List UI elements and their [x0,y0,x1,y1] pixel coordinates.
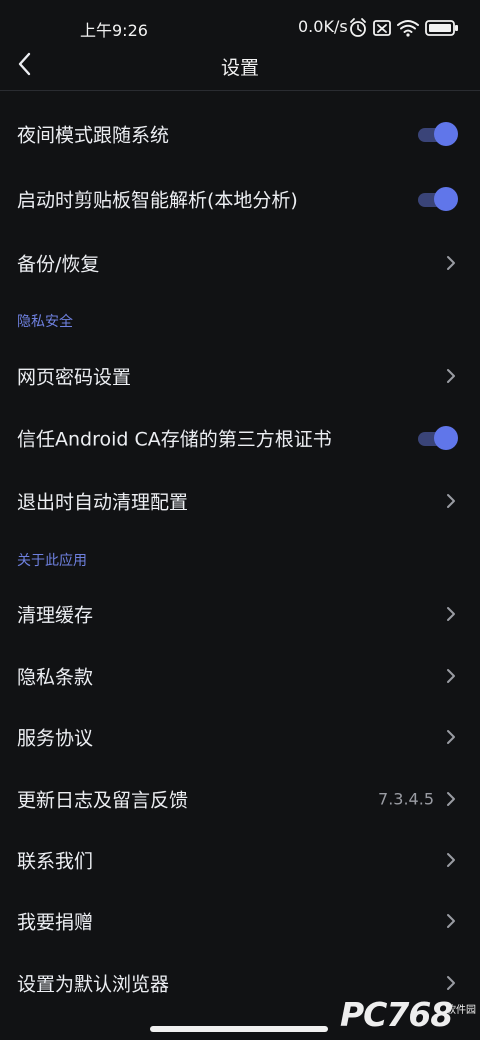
chevron-right-icon [447,730,455,744]
setting-row-night-mode[interactable]: 夜间模式跟随系统 [0,104,480,164]
trust-ca-toggle[interactable] [418,426,458,450]
sim-disabled-icon [373,20,391,36]
setting-label: 清理缓存 [17,604,94,627]
chevron-right-icon [447,607,455,621]
chevron-right-icon [447,792,455,806]
alarm-icon [350,18,366,37]
setting-label: 退出时自动清理配置 [17,491,189,514]
setting-label: 备份/恢复 [17,253,100,276]
setting-row-service-agreement[interactable]: 服务协议 [0,707,480,767]
setting-label: 更新日志及留言反馈 [17,789,189,812]
chevron-right-icon [447,669,455,683]
toggle-knob [434,187,458,211]
network-speed: 0.0K/s [298,17,348,36]
wifi-icon [397,20,419,37]
watermark-badge: 软件园 [446,1005,476,1016]
chevron-right-icon [447,369,455,383]
settings-screen: 上午9:26 0.0K/s 设置 夜间模式跟随系统 启动时剪贴板智能解析(本地分… [0,0,480,1040]
setting-label: 信任Android CA存储的第三方根证书 [17,428,332,451]
setting-row-donate[interactable]: 我要捐赠 [0,891,480,951]
toggle-knob [434,122,458,146]
chevron-right-icon [447,494,455,508]
night-mode-toggle[interactable] [418,122,458,146]
watermark-text: PC768 [340,995,453,1034]
toggle-knob [434,426,458,450]
setting-row-auto-clean[interactable]: 退出时自动清理配置 [0,471,480,531]
setting-row-contact-us[interactable]: 联系我们 [0,830,480,890]
chevron-right-icon [447,256,455,270]
setting-label: 设置为默认浏览器 [17,973,170,996]
chevron-right-icon [447,976,455,990]
top-app-bar: 设置 [0,38,480,91]
setting-label: 服务协议 [17,727,94,750]
setting-row-clipboard-parse[interactable]: 启动时剪贴板智能解析(本地分析) [0,169,480,229]
setting-label: 隐私条款 [17,666,94,689]
setting-row-privacy-policy[interactable]: 隐私条款 [0,646,480,706]
home-indicator[interactable] [150,1026,328,1032]
setting-row-web-passwords[interactable]: 网页密码设置 [0,346,480,406]
watermark-logo: PC768 软件园 [340,995,476,1035]
chevron-right-icon [447,914,455,928]
section-header-privacy: 隐私安全 [17,314,73,330]
battery-icon [425,20,458,36]
setting-row-clear-cache[interactable]: 清理缓存 [0,584,480,644]
setting-label: 我要捐赠 [17,911,94,934]
chevron-right-icon [447,853,455,867]
status-icons [350,18,458,37]
page-title: 设置 [220,57,259,79]
setting-label: 启动时剪贴板智能解析(本地分析) [17,189,298,212]
setting-label: 联系我们 [17,850,94,873]
setting-row-changelog-feedback[interactable]: 更新日志及留言反馈 7.3.4.5 [0,769,480,829]
version-number: 7.3.4.5 [378,789,434,809]
setting-label: 网页密码设置 [17,366,132,389]
setting-row-backup-restore[interactable]: 备份/恢复 [0,233,480,293]
setting-label: 夜间模式跟随系统 [17,124,170,147]
setting-row-trust-ca[interactable]: 信任Android CA存储的第三方根证书 [0,408,480,468]
section-header-about: 关于此应用 [17,553,87,569]
clipboard-parse-toggle[interactable] [418,187,458,211]
